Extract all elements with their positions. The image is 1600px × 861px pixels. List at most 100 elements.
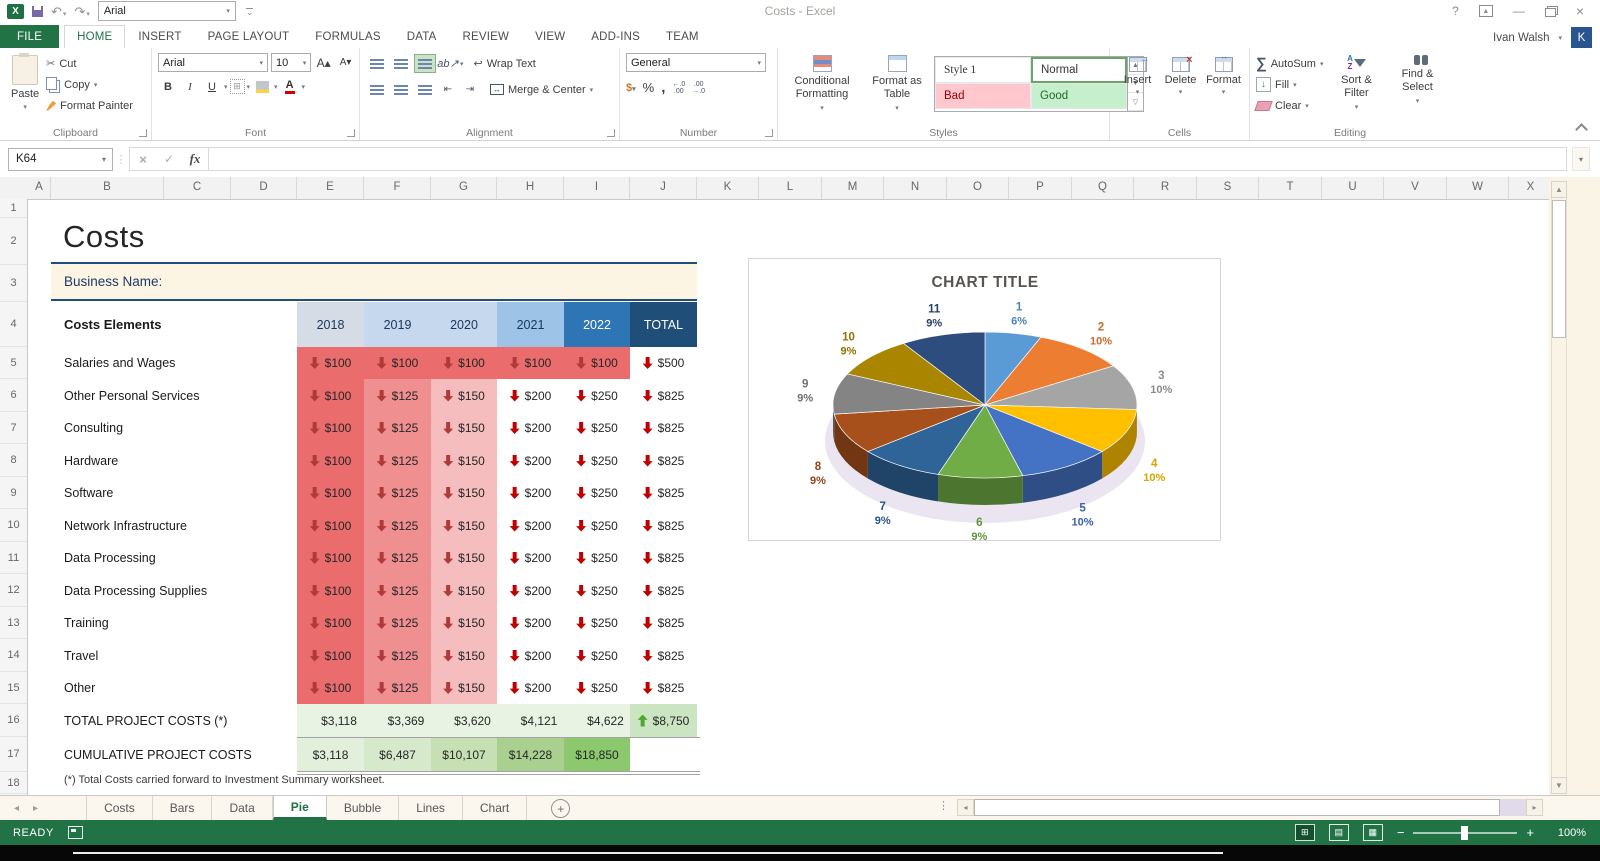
prev-sheet-icon[interactable]: ◂	[14, 803, 19, 814]
table-cell[interactable]: $125	[364, 639, 431, 672]
underline-button[interactable]: U	[202, 77, 222, 96]
table-cell[interactable]: $250	[564, 477, 630, 509]
table-cell[interactable]: $825	[630, 574, 697, 607]
macro-record-icon[interactable]	[68, 826, 83, 839]
accounting-format-button[interactable]: $▾	[626, 82, 636, 94]
copy-button[interactable]: Copy▾	[46, 74, 133, 95]
collapse-ribbon-icon[interactable]	[1575, 123, 1588, 136]
year-header-cell[interactable]: 2019	[364, 302, 431, 347]
zoom-in-button[interactable]: +	[1526, 825, 1534, 840]
table-cell[interactable]: $100	[297, 639, 364, 672]
year-header-cell[interactable]: 2022	[564, 302, 630, 347]
row-header-8[interactable]: 8	[0, 444, 27, 477]
table-cell[interactable]: $200	[497, 542, 564, 574]
dialog-launcher-icon[interactable]	[139, 129, 147, 137]
zoom-out-button[interactable]: −	[1397, 825, 1405, 840]
row-header-7[interactable]: 7	[0, 412, 27, 444]
footnote-cell[interactable]: (*) Total Costs carried forward to Inves…	[64, 774, 385, 786]
table-cell[interactable]: $100	[497, 347, 564, 379]
zoom-slider-thumb[interactable]	[1461, 826, 1468, 840]
fill-color-button[interactable]	[252, 77, 272, 96]
table-cell[interactable]: $100	[297, 542, 364, 574]
table-cell[interactable]: $825	[630, 477, 697, 509]
table-cell[interactable]: $250	[564, 639, 630, 672]
table-cell[interactable]: $250	[564, 379, 630, 412]
table-cell[interactable]: $200	[497, 509, 564, 542]
column-header-P[interactable]: P	[1009, 177, 1072, 199]
row-label[interactable]: Consulting	[64, 412, 123, 444]
business-name-cell[interactable]: Business Name:	[51, 264, 697, 301]
cumulative-cell[interactable]: $14,228	[497, 737, 564, 772]
page-break-view-button[interactable]: ▦	[1363, 824, 1383, 841]
format-as-table-button[interactable]: Format as Table ▾	[864, 53, 930, 114]
row-label[interactable]: Salaries and Wages	[64, 347, 175, 379]
scroll-up-icon[interactable]: ▲	[1551, 181, 1567, 198]
sheet-tab-bubble[interactable]: Bubble	[327, 796, 399, 820]
redo-button[interactable]: ↷▾	[74, 5, 89, 18]
undo-button[interactable]: ↶▾	[51, 5, 66, 18]
fill-button[interactable]: ↓Fill▾	[1256, 74, 1323, 95]
table-cell[interactable]: $125	[364, 574, 431, 607]
align-middle-button[interactable]	[390, 54, 412, 73]
column-header-C[interactable]: C	[164, 177, 231, 199]
decrease-font-icon[interactable]: A▾	[336, 53, 355, 72]
help-button[interactable]: ?	[1452, 4, 1459, 18]
table-cell[interactable]: $100	[297, 574, 364, 607]
column-header-W[interactable]: W	[1447, 177, 1509, 199]
row-header-14[interactable]: 14	[0, 639, 27, 672]
row-label[interactable]: Hardware	[64, 444, 118, 477]
column-header-B[interactable]: B	[51, 177, 164, 199]
row-header-6[interactable]: 6	[0, 379, 27, 412]
row-header-2[interactable]: 2	[0, 218, 27, 265]
decrease-indent-icon[interactable]: ⇤	[438, 80, 458, 99]
avatar[interactable]: K	[1571, 27, 1592, 48]
percent-style-button[interactable]: %	[643, 80, 655, 95]
column-header-Q[interactable]: Q	[1072, 177, 1134, 199]
horizontal-scrollbar-track[interactable]	[1500, 799, 1526, 816]
cancel-icon[interactable]: ×	[130, 152, 156, 167]
table-cell[interactable]: $100	[297, 607, 364, 639]
table-cell[interactable]: $150	[431, 412, 497, 444]
sheet-tab-chart[interactable]: Chart	[463, 796, 527, 820]
sheet-tab-data[interactable]: Data	[212, 796, 272, 820]
increase-decimal-button[interactable]: ←.0 .00	[672, 81, 685, 95]
total-cell[interactable]: $4,622	[564, 704, 630, 737]
row-header-11[interactable]: 11	[0, 542, 27, 574]
format-cells-button[interactable]: ↔ Format ▾	[1202, 53, 1245, 96]
table-cell[interactable]: $150	[431, 509, 497, 542]
table-cell[interactable]: $250	[564, 509, 630, 542]
table-cell[interactable]: $825	[630, 607, 697, 639]
column-header-X[interactable]: X	[1509, 177, 1549, 199]
table-cell[interactable]: $200	[497, 379, 564, 412]
cumulative-cell[interactable]: $18,850	[564, 737, 630, 772]
column-header-J[interactable]: J	[630, 177, 697, 199]
table-cell[interactable]: $125	[364, 607, 431, 639]
column-header-G[interactable]: G	[431, 177, 497, 199]
table-cell[interactable]: $100	[297, 347, 364, 379]
scroll-down-icon[interactable]: ▼	[1551, 777, 1567, 794]
formula-input[interactable]	[209, 147, 1567, 171]
clear-button[interactable]: Clear▾	[1256, 95, 1323, 116]
font-family-combo[interactable]: Arial▾	[158, 53, 268, 72]
font-size-combo[interactable]: 10▾	[271, 53, 311, 72]
conditional-formatting-button[interactable]: Conditional Formatting ▾	[784, 53, 860, 114]
table-cell[interactable]: $200	[497, 574, 564, 607]
column-header-M[interactable]: M	[822, 177, 884, 199]
table-cell[interactable]: $150	[431, 379, 497, 412]
table-cell[interactable]: $825	[630, 444, 697, 477]
find-select-button[interactable]: Find & Select ▾	[1389, 53, 1445, 116]
ribbon-tab-view[interactable]: VIEW	[522, 25, 578, 48]
year-header-cell[interactable]: 2021	[497, 302, 564, 347]
table-cell[interactable]: $100	[564, 347, 630, 379]
scroll-right-icon[interactable]: ▸	[1526, 799, 1543, 816]
ribbon-tab-data[interactable]: DATA	[394, 25, 450, 48]
costs-elements-header-cell[interactable]: Costs Elements	[64, 302, 162, 347]
table-cell[interactable]: $100	[297, 412, 364, 444]
row-header-13[interactable]: 13	[0, 607, 27, 639]
align-top-button[interactable]	[366, 54, 388, 73]
zoom-level[interactable]: 100%	[1548, 827, 1586, 839]
total-cell[interactable]: $4,121	[497, 704, 564, 737]
name-box[interactable]: K64 ▾	[8, 148, 113, 171]
row-header-15[interactable]: 15	[0, 672, 27, 704]
merge-center-button[interactable]: ↔Merge & Center▾	[490, 79, 593, 100]
